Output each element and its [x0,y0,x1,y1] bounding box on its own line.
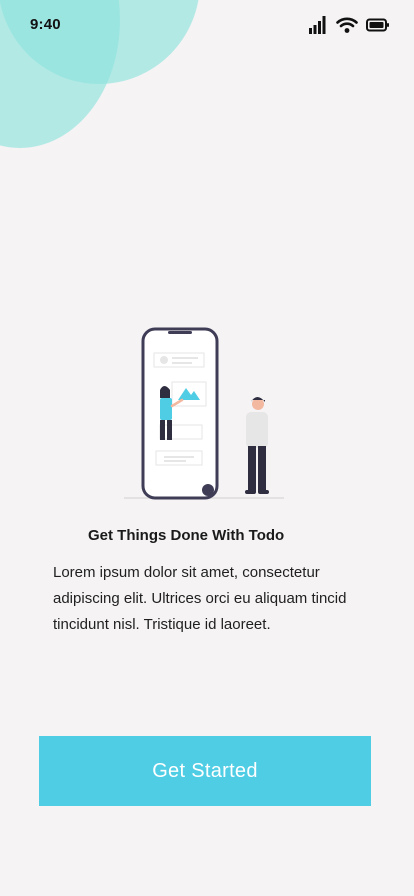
onboarding-screen: 9:40 Get Things Done With Todo Lorem ips… [0,0,414,896]
signal-icon [308,15,328,35]
phone-with-people-illustration [120,324,288,504]
onboarding-title: Get Things Done With Todo [88,527,285,544]
status-time: 9:40 [30,16,61,33]
status-icons [308,15,390,35]
onboarding-description: Lorem ipsum dolor sit amet, consectetur … [53,564,347,633]
battery-icon [366,18,390,32]
get-started-button[interactable]: Get Started [39,736,371,806]
status-bar: 9:40 [0,0,414,52]
wifi-icon [336,16,358,34]
